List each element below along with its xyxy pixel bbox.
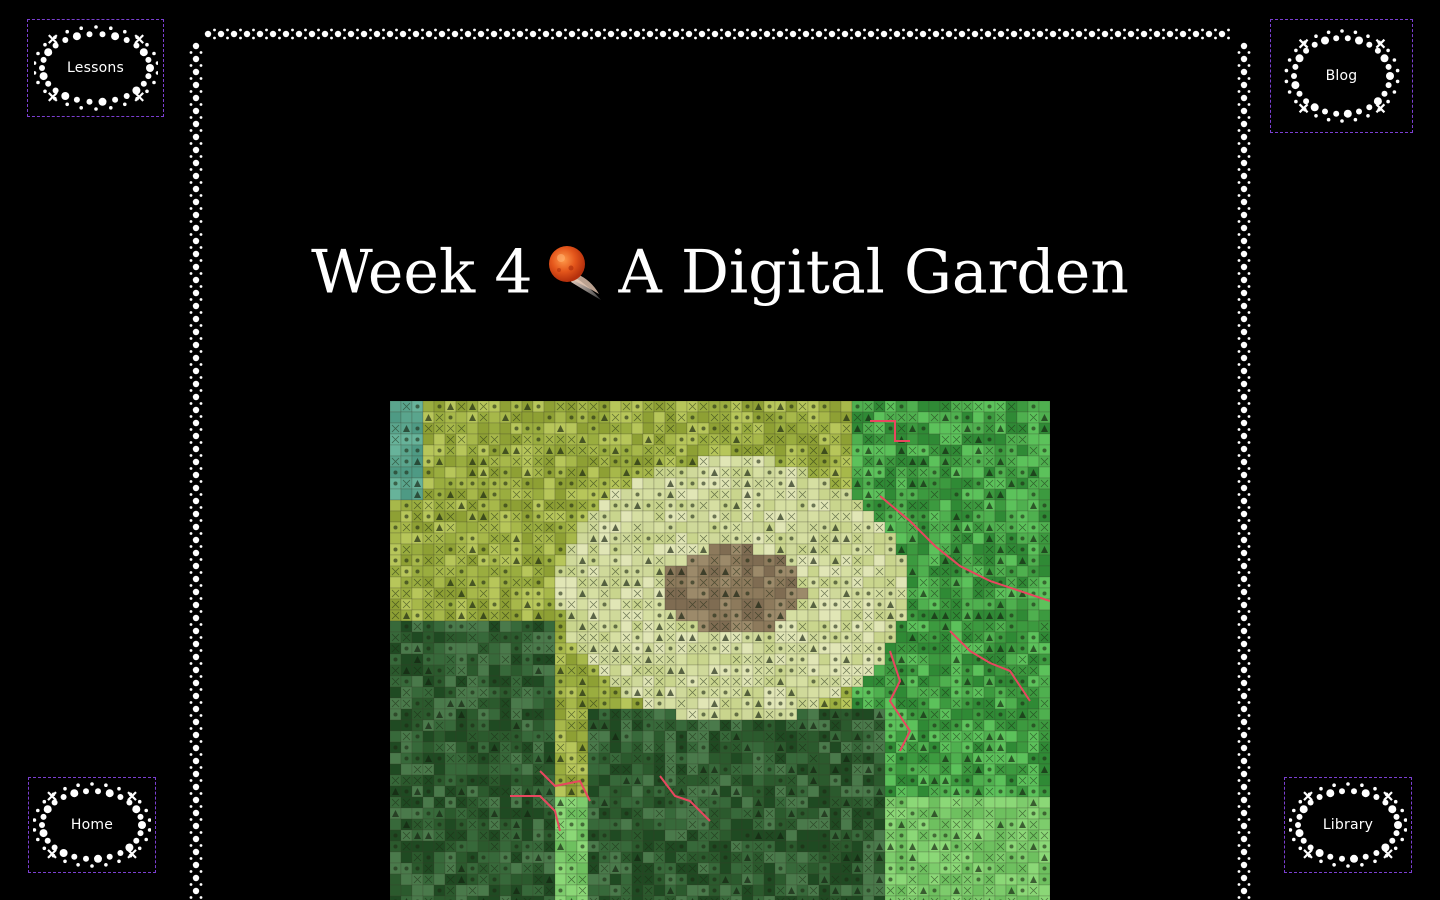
nav-library-label: Library <box>1322 817 1374 833</box>
nav-blog-link[interactable]: Blog <box>1270 19 1413 133</box>
page-title-subject: A Digital Garden <box>618 237 1129 308</box>
cross-stitch-image <box>390 401 1050 900</box>
nav-lessons-link[interactable]: Lessons <box>27 19 164 117</box>
cross-stitch-pattern <box>390 401 1050 900</box>
nav-home-label: Home <box>70 817 114 833</box>
nav-library-link[interactable]: Library <box>1284 777 1412 873</box>
nav-lessons-label: Lessons <box>67 60 124 76</box>
nav-blog-label: Blog <box>1325 68 1358 84</box>
page: Lessons Blog Home Library Week 4 A Digit… <box>0 0 1440 900</box>
comet-icon <box>543 240 607 304</box>
page-title: Week 4 A Digital Garden <box>216 228 1224 312</box>
nav-home-link[interactable]: Home <box>28 777 156 873</box>
page-title-week: Week 4 <box>311 237 533 308</box>
